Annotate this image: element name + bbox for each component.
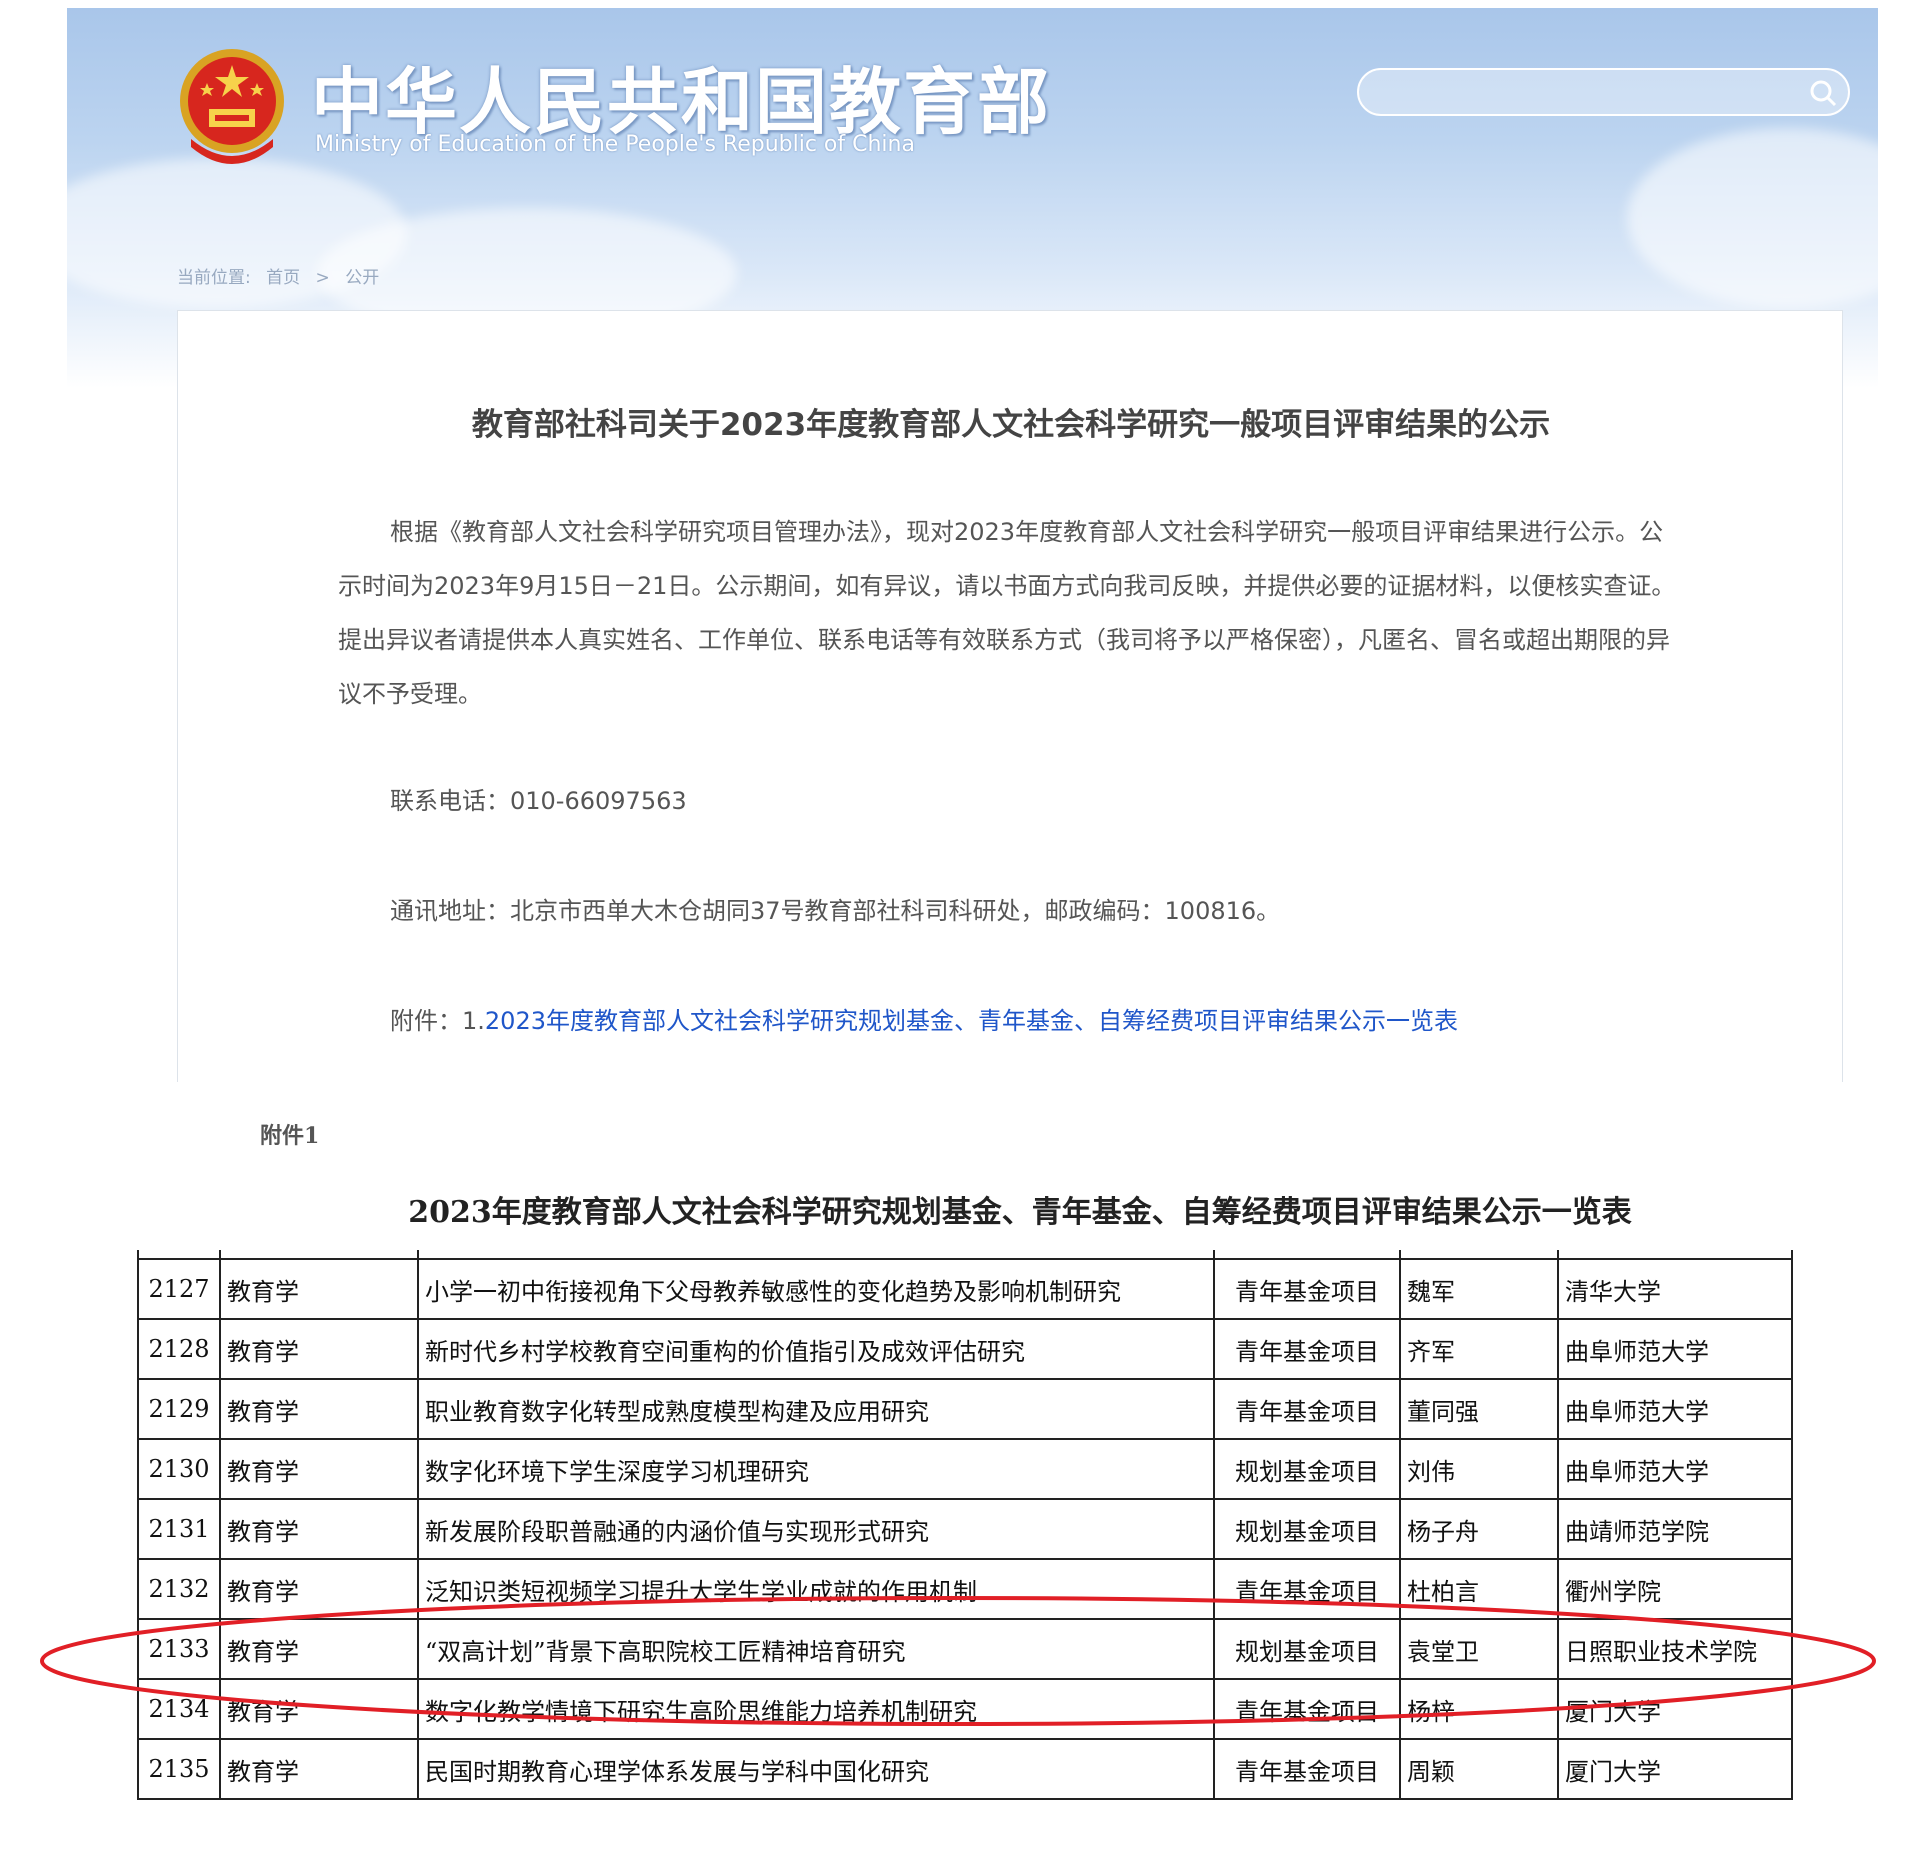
article-title: 教育部社科司关于2023年度教育部人文社会科学研究一般项目评审结果的公示 <box>471 407 1551 443</box>
contact-phone: 联系电话：010-66097563 <box>390 781 687 816</box>
cell-title: 数字化环境下学生深度学习机理研究 <box>417 1438 1215 1500</box>
cell-type: 青年基金项目 <box>1213 1258 1401 1320</box>
cloud-decoration <box>1627 128 1878 308</box>
cell-number: 2132 <box>137 1558 221 1620</box>
cell-discipline: 教育学 <box>219 1678 419 1740</box>
cell-title: 民国时期教育心理学体系发展与学科中国化研究 <box>417 1738 1215 1800</box>
cell-org: 曲阜师范大学 <box>1557 1318 1793 1380</box>
cell-title: 新发展阶段职普融通的内涵价值与实现形式研究 <box>417 1498 1215 1560</box>
table-row: 2131 教育学 新发展阶段职普融通的内涵价值与实现形式研究 规划基金项目 杨子舟 曲靖师… <box>137 1498 1793 1560</box>
cell-person: 杜柏言 <box>1399 1558 1559 1620</box>
cell-person: 袁堂卫 <box>1399 1618 1559 1680</box>
cell-number: 2127 <box>137 1258 221 1320</box>
breadcrumb-current-link[interactable]: 公开 <box>345 268 379 288</box>
table-row: 2128 教育学 新时代乡村学校教育空间重构的价值指引及成效评估研究 青年基金项目 齐军… <box>137 1318 1793 1380</box>
cell-discipline: 教育学 <box>219 1258 419 1320</box>
cell-type: 青年基金项目 <box>1213 1678 1401 1740</box>
cell-number: 2133 <box>137 1618 221 1680</box>
table-row: 2134 教育学 数字化教学情境下研究生高阶思维能力培养机制研究 青年基金项目 杨梓 厦门… <box>137 1678 1793 1740</box>
cell-discipline: 教育学 <box>219 1378 419 1440</box>
table-row: 2129 教育学 职业教育数字化转型成熟度模型构建及应用研究 青年基金项目 董同强 曲阜师… <box>137 1378 1793 1440</box>
cell-number: 2129 <box>137 1378 221 1440</box>
cell-type: 规划基金项目 <box>1213 1438 1401 1500</box>
cell-org: 厦门大学 <box>1557 1678 1793 1740</box>
cell-person: 周颖 <box>1399 1738 1559 1800</box>
attachment-label: 附件： <box>390 1007 462 1035</box>
cell-type: 青年基金项目 <box>1213 1738 1401 1800</box>
phone-label: 联系电话： <box>390 787 510 815</box>
phone-value: 010-66097563 <box>510 787 687 815</box>
table-row: 2135 教育学 民国时期教育心理学体系发展与学科中国化研究 青年基金项目 周颖 厦门大学 <box>137 1738 1793 1800</box>
cell-number: 2128 <box>137 1318 221 1380</box>
attachment-link[interactable]: 2023年度教育部人文社会科学研究规划基金、青年基金、自筹经费项目评审结果公示一… <box>485 1007 1458 1035</box>
attachment-index: 1. <box>462 1007 485 1035</box>
cell-discipline: 教育学 <box>219 1498 419 1560</box>
cell-number: 2135 <box>137 1738 221 1800</box>
search-icon[interactable] <box>1808 78 1838 108</box>
table-row: 2133 教育学 “双高计划”背景下高职院校工匠精神培育研究 规划基金项目 袁堂卫 日照职… <box>137 1618 1793 1680</box>
contact-address: 通讯地址：北京市西单大木仓胡同37号教育部社科司科研处，邮政编码：100816。 <box>390 891 1280 926</box>
cell-number: 2134 <box>137 1678 221 1740</box>
cell-org: 衢州学院 <box>1557 1558 1793 1620</box>
cell-title: 新时代乡村学校教育空间重构的价值指引及成效评估研究 <box>417 1318 1215 1380</box>
cell-person: 董同强 <box>1399 1378 1559 1440</box>
table-row: 2130 教育学 数字化环境下学生深度学习机理研究 规划基金项目 刘伟 曲阜师范大学 <box>137 1438 1793 1500</box>
cell-title: 职业教育数字化转型成熟度模型构建及应用研究 <box>417 1378 1215 1440</box>
search-input[interactable] <box>1379 78 1793 108</box>
breadcrumb-separator: > <box>315 268 330 288</box>
breadcrumb-label: 当前位置: <box>177 268 251 288</box>
breadcrumb: 当前位置: 首页 > 公开 <box>177 263 389 288</box>
cell-org: 曲靖师范学院 <box>1557 1498 1793 1560</box>
article-panel: 教育部社科司关于2023年度教育部人文社会科学研究一般项目评审结果的公示 根据《… <box>177 310 1843 1082</box>
table-title: 2023年度教育部人文社会科学研究规划基金、青年基金、自筹经费项目评审结果公示一… <box>408 1195 1632 1230</box>
cell-org: 厦门大学 <box>1557 1738 1793 1800</box>
annex-label: 附件1 <box>260 1123 320 1149</box>
article-body: 根据《教育部人文社会科学研究项目管理办法》，现对2023年度教育部人文社会科学研… <box>338 518 1676 708</box>
cell-discipline: 教育学 <box>219 1438 419 1500</box>
cell-discipline: 教育学 <box>219 1558 419 1620</box>
cell-person: 齐军 <box>1399 1318 1559 1380</box>
cell-discipline: 教育学 <box>219 1618 419 1680</box>
cell-org: 日照职业技术学院 <box>1557 1618 1793 1680</box>
cell-type: 青年基金项目 <box>1213 1318 1401 1380</box>
national-emblem-icon[interactable] <box>177 43 287 168</box>
breadcrumb-home-link[interactable]: 首页 <box>266 268 300 288</box>
cell-person: 杨梓 <box>1399 1678 1559 1740</box>
search-box[interactable] <box>1357 68 1850 116</box>
cell-title: 泛知识类短视频学习提升大学生学业成就的作用机制 <box>417 1558 1215 1620</box>
cell-title: “双高计划”背景下高职院校工匠精神培育研究 <box>417 1618 1215 1680</box>
cell-discipline: 教育学 <box>219 1318 419 1380</box>
cell-person: 杨子舟 <box>1399 1498 1559 1560</box>
cell-title: 数字化教学情境下研究生高阶思维能力培养机制研究 <box>417 1678 1215 1740</box>
cell-discipline: 教育学 <box>219 1738 419 1800</box>
address-label: 通讯地址： <box>390 897 510 925</box>
result-table: 2127 教育学 小学一初中衔接视角下父母教养敏感性的变化趋势及影响机制研究 青年基金… <box>137 1250 1793 1800</box>
address-value: 北京市西单大木仓胡同37号教育部社科司科研处，邮政编码：100816。 <box>510 897 1281 925</box>
cell-number: 2130 <box>137 1438 221 1500</box>
cell-person: 魏军 <box>1399 1258 1559 1320</box>
table-row: 2127 教育学 小学一初中衔接视角下父母教养敏感性的变化趋势及影响机制研究 青年基金… <box>137 1258 1793 1320</box>
table-row-cut <box>137 1250 1793 1260</box>
cell-type: 规划基金项目 <box>1213 1498 1401 1560</box>
attachment-row: 附件：1.2023年度教育部人文社会科学研究规划基金、青年基金、自筹经费项目评审… <box>390 1001 1458 1036</box>
cell-org: 曲阜师范大学 <box>1557 1378 1793 1440</box>
cell-person: 刘伟 <box>1399 1438 1559 1500</box>
cell-type: 青年基金项目 <box>1213 1558 1401 1620</box>
cell-type: 规划基金项目 <box>1213 1618 1401 1680</box>
cell-title: 小学一初中衔接视角下父母教养敏感性的变化趋势及影响机制研究 <box>417 1258 1215 1320</box>
cell-org: 清华大学 <box>1557 1258 1793 1320</box>
cell-org: 曲阜师范大学 <box>1557 1438 1793 1500</box>
site-subtitle: Ministry of Education of the People's Re… <box>315 132 915 157</box>
table-row: 2132 教育学 泛知识类短视频学习提升大学生学业成就的作用机制 青年基金项目 杜柏言衢… <box>137 1558 1793 1620</box>
cell-number: 2131 <box>137 1498 221 1560</box>
cell-type: 青年基金项目 <box>1213 1378 1401 1440</box>
